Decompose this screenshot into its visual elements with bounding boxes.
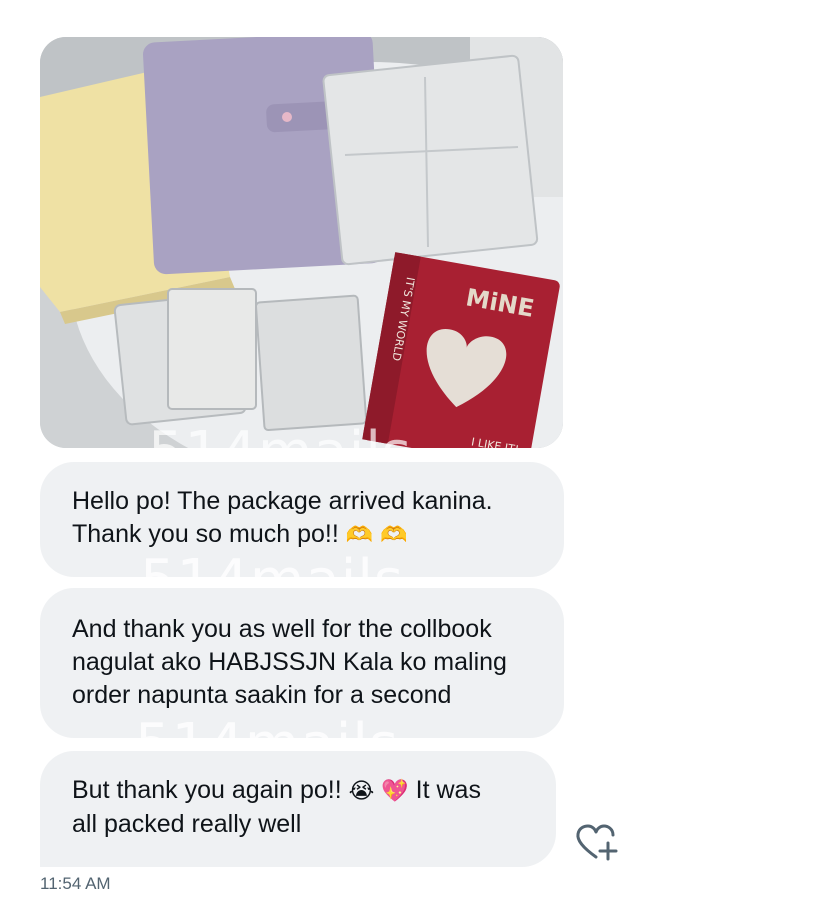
toploaders — [113, 288, 368, 432]
message-photo[interactable]: MiNE I LIKE IT! IT'S MY WORLD — [40, 37, 563, 448]
message-text: order napunta saakin for a second — [72, 681, 452, 709]
red-collect-book: MiNE I LIKE IT! IT'S MY WORLD — [362, 252, 560, 448]
message-text: nagulat ako HABJSSJN Kala ko maling — [72, 648, 507, 676]
clear-sleeves — [322, 54, 539, 266]
message-text: all packed really well — [72, 810, 302, 838]
message-bubble[interactable]: But thank you again po!! 😭 💖 It was all … — [40, 751, 556, 867]
message-timestamp: 11:54 AM — [40, 874, 111, 893]
message-text: Thank you so much po!! — [72, 520, 339, 548]
message-text: It was — [415, 776, 481, 804]
message-text: And thank you as well for the collbook — [72, 615, 492, 643]
message-text: Hello po! The package arrived kanina. — [72, 487, 493, 515]
message-text: But thank you again po!! — [72, 776, 342, 804]
heart-hands-emoji: 🫶 🫶 — [345, 523, 408, 548]
add-reaction-button[interactable] — [574, 823, 620, 863]
heart-plus-icon — [576, 824, 618, 861]
crying-heart-emoji: 😭 💖 — [348, 779, 409, 804]
photo-illustration: MiNE I LIKE IT! IT'S MY WORLD — [40, 37, 563, 448]
